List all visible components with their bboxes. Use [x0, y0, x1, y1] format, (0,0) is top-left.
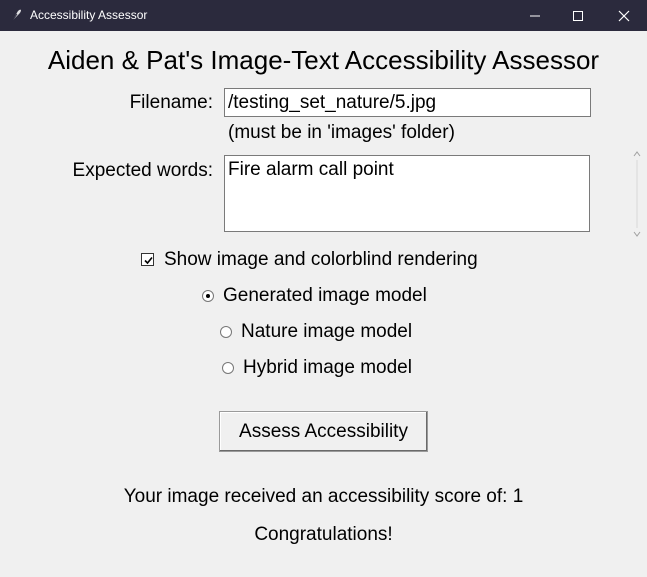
- close-button[interactable]: [601, 0, 647, 31]
- expected-words-textarea[interactable]: Fire alarm call point: [224, 155, 590, 232]
- maximize-button[interactable]: [555, 0, 601, 31]
- feather-icon: [9, 8, 23, 22]
- close-icon: [618, 10, 630, 22]
- window-title: Accessibility Assessor: [30, 8, 148, 22]
- radio-button[interactable]: [222, 362, 234, 374]
- scroll-up-icon[interactable]: [633, 150, 641, 158]
- minimize-icon: [530, 15, 540, 17]
- show-image-label: Show image and colorblind rendering: [164, 249, 478, 270]
- textarea-scrollbar[interactable]: [631, 148, 643, 240]
- score-result-text: Your image received an accessibility sco…: [123, 486, 524, 507]
- checkmark-icon: [144, 256, 153, 265]
- assess-accessibility-button[interactable]: Assess Accessibility: [219, 411, 428, 452]
- radio-label-generated: Generated image model: [223, 285, 427, 306]
- scroll-track[interactable]: [636, 160, 638, 228]
- radio-label-hybrid: Hybrid image model: [243, 357, 412, 378]
- title-bar: Accessibility Assessor: [0, 0, 647, 31]
- scroll-down-icon[interactable]: [633, 230, 641, 238]
- radio-button[interactable]: [220, 326, 232, 338]
- radio-label-nature: Nature image model: [241, 321, 413, 342]
- radio-button-selected[interactable]: [202, 290, 214, 302]
- congratulations-message: Congratulations!: [254, 524, 393, 545]
- radio-dot: [206, 294, 210, 298]
- filename-label: Filename:: [129, 92, 213, 113]
- maximize-icon: [573, 11, 583, 21]
- page-title: Aiden & Pat's Image-Text Accessibility A…: [47, 45, 600, 75]
- filename-input[interactable]: [224, 88, 591, 117]
- minimize-button[interactable]: [512, 0, 558, 31]
- filename-hint: (must be in 'images' folder): [228, 122, 455, 143]
- show-image-checkbox[interactable]: [141, 253, 154, 266]
- expected-words-label: Expected words:: [72, 160, 213, 181]
